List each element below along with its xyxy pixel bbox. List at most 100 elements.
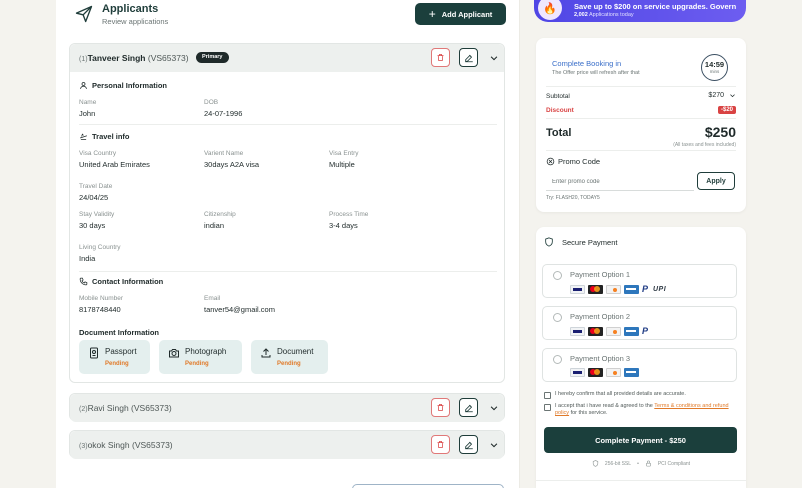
document-tile-passport[interactable]: Passport Pending — [79, 340, 150, 374]
chevron-down-icon — [730, 94, 735, 98]
variant-label: Varient Name — [204, 150, 244, 157]
applicant-card-2: (2)Ravi Singh (VS65373) — [69, 393, 505, 422]
apply-promo-button[interactable]: Apply — [697, 172, 735, 190]
subtotal-label: Subtotal — [546, 93, 570, 100]
applicant-card-header[interactable]: (1)Tanveer Singh (VS65373) Primary — [70, 44, 504, 72]
applicant-name: (2)Ravi Singh (VS65373) — [79, 403, 172, 413]
contact-info-section-title: Contact Information — [79, 277, 163, 286]
timer-unit: mins — [709, 69, 720, 74]
separator-dot: • — [637, 460, 639, 467]
delete-button[interactable] — [431, 435, 450, 454]
email-label: Email — [204, 295, 221, 302]
mastercard-icon — [588, 284, 603, 294]
applicant-code: (VS65373) — [131, 403, 172, 413]
edit-button[interactable] — [459, 398, 478, 417]
amex-icon — [624, 326, 639, 336]
edit-button[interactable] — [459, 435, 478, 454]
trash-icon — [437, 441, 444, 448]
discount-value-wrap: -$20 — [717, 106, 736, 114]
applicant-card-header[interactable]: (3)okok Singh (VS65373) — [70, 431, 504, 459]
delete-button[interactable] — [431, 48, 450, 67]
promo-subtitle: 2,002 Applications today — [574, 12, 634, 18]
confirm-text: I hereby confirm that all provided detai… — [555, 391, 686, 397]
ssl-label: 256-bit SSL — [604, 460, 632, 467]
document-name: Passport — [105, 347, 137, 356]
payment-option-3[interactable]: Payment Option 3 — [542, 348, 737, 382]
promo-title: Save up to $200 on service upgrades. Gov… — [574, 2, 737, 11]
visa-entry-label: Visa Entry — [329, 150, 359, 157]
card-logos — [570, 368, 639, 377]
confirm-checkbox[interactable] — [544, 392, 551, 399]
stay-validity-label: Stay Validity — [79, 211, 115, 218]
pencil-icon — [464, 441, 473, 449]
phone-icon — [79, 277, 88, 286]
applications-count: 2,002 — [574, 12, 588, 18]
promo-banner[interactable]: 🔥 Save up to $200 on service upgrades. G… — [534, 0, 746, 22]
total-label: Total — [546, 127, 572, 139]
add-applicant-label: Add Applicant — [441, 9, 493, 19]
document-name: Document — [277, 347, 314, 356]
dob-value: 24-07-1996 — [204, 109, 243, 118]
chevron-down-icon[interactable] — [489, 403, 499, 413]
visa-icon — [570, 368, 585, 377]
visa-entry-value: Multiple — [329, 160, 355, 169]
radio-button[interactable] — [553, 271, 562, 280]
chevron-down-icon[interactable] — [489, 53, 499, 63]
shield-icon — [545, 237, 553, 247]
applicant-full-name: Ravi Singh — [87, 403, 129, 413]
mastercard-icon — [588, 326, 603, 336]
document-tile-photograph[interactable]: Photograph Pending — [159, 340, 242, 374]
subtotal-value-wrap[interactable]: $270 — [708, 92, 736, 99]
divider — [79, 271, 497, 272]
discover-icon — [606, 368, 621, 377]
visa-country-value: United Arab Emirates — [79, 160, 150, 169]
pencil-icon — [464, 404, 473, 412]
applicants-panel: Applicants Review applications + Add App… — [56, 0, 520, 488]
confirm-details-row[interactable]: I hereby confirm that all provided detai… — [544, 391, 686, 399]
card-logos: P UPI — [570, 284, 666, 294]
applicant-index: (1) — [79, 56, 88, 63]
applicant-name: (3)okok Singh (VS65373) — [79, 440, 173, 450]
document-status: Pending — [277, 361, 301, 367]
complete-payment-button[interactable]: Complete Payment - $250 — [544, 427, 737, 453]
visa-country-label: Visa Country — [79, 150, 117, 157]
payment-option-label: Payment Option 1 — [570, 270, 631, 279]
document-info-section-title: Document Information — [79, 328, 159, 337]
subtotal-value: $270 — [708, 92, 724, 99]
divider — [79, 124, 497, 125]
applicant-card-header[interactable]: (2)Ravi Singh (VS65373) — [70, 394, 504, 422]
page-subtitle: Review applications — [102, 17, 169, 26]
applicant-code: (VS65373) — [147, 53, 189, 63]
countdown-timer: 14:59 mins — [701, 54, 728, 81]
upload-icon — [261, 348, 271, 358]
delete-button[interactable] — [431, 398, 450, 417]
booking-subtitle: The Offer price will refresh after that — [552, 70, 640, 76]
document-status: Pending — [185, 361, 209, 367]
accept-terms-row[interactable]: I accept that i have read & agreed to th… — [544, 403, 734, 417]
paypal-icon: P — [642, 284, 649, 294]
citizenship-value: indian — [204, 221, 225, 230]
edit-button[interactable] — [459, 48, 478, 67]
add-applicant-button[interactable]: + Add Applicant — [415, 3, 506, 25]
divider — [546, 118, 736, 119]
radio-button[interactable] — [553, 355, 562, 364]
discount-value: -$20 — [717, 106, 736, 114]
payment-option-1[interactable]: Payment Option 1 P UPI — [542, 264, 737, 298]
mobile-label: Mobile Number — [79, 295, 124, 302]
chevron-down-icon[interactable] — [489, 440, 499, 450]
applicant-full-name: Tanveer Singh — [87, 53, 146, 63]
personal-info-section-title: Personal Information — [79, 81, 167, 90]
payment-option-2[interactable]: Payment Option 2 P — [542, 306, 737, 340]
terms-checkbox[interactable] — [544, 404, 551, 411]
paper-plane-icon — [75, 5, 93, 23]
partial-button[interactable] — [352, 484, 504, 488]
camera-icon — [169, 349, 179, 358]
document-tile-document[interactable]: Document Pending — [251, 340, 328, 374]
radio-button[interactable] — [553, 313, 562, 322]
amex-icon — [624, 284, 639, 294]
passport-icon — [90, 347, 98, 359]
paypal-icon: P — [642, 326, 649, 336]
applicants-header: Applicants Review applications + Add App… — [56, 0, 519, 40]
promo-code-input[interactable] — [546, 173, 694, 191]
citizenship-label: Citizenship — [204, 211, 236, 218]
